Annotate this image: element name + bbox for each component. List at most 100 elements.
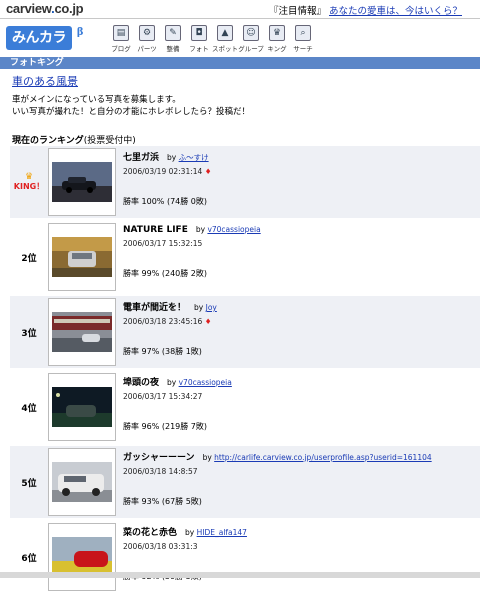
car-photo [52, 387, 112, 427]
car-photo [52, 462, 112, 502]
rank-label: 6位 [21, 553, 37, 564]
entry-author: by http://carlife.carview.co.jp/userprof… [203, 453, 432, 462]
entry-date: 2006/03/18 03:31:3 [123, 542, 478, 551]
nav-label: スポット [212, 45, 238, 53]
by-label: by [185, 528, 195, 537]
desc-line: 車がメインになっている写真を募集します。 [12, 95, 181, 105]
entry-author: by v70cassiopeia [196, 225, 261, 234]
minkara-logo[interactable]: みんカラ β [6, 26, 84, 50]
photo-thumbnail[interactable] [48, 298, 116, 366]
date-text: 2006/03/19 02:31:14 [123, 167, 203, 176]
carview-logo[interactable]: carview.co.jp [6, 1, 84, 16]
author-link[interactable]: HIDE_alfa147 [197, 528, 247, 537]
entry-title[interactable]: 埠頭の夜 [123, 378, 159, 388]
search-icon: ⌕ [295, 25, 311, 41]
rank-label: 2位 [21, 253, 37, 264]
logo-tail-text: co.jp [54, 1, 84, 16]
king-text: KING！ [13, 182, 45, 191]
entry-date: 2006/03/19 02:31:14 ♦ [123, 167, 478, 176]
category-title-link[interactable]: 車のある風景 [12, 73, 78, 89]
section-bar: フォトキング [0, 57, 480, 69]
beta-mark: β [76, 27, 84, 38]
new-mark-icon: ♦ [204, 317, 212, 326]
author-link[interactable]: http://carlife.carview.co.jp/userprofile… [214, 453, 432, 462]
ranking-subheading: (投票受付中) [83, 136, 136, 146]
top-bar: carview.co.jp 『注目情報』 あなたの愛車は、今はいくら？ [0, 0, 480, 19]
win-rate: 勝率 97% (38勝 1敗) [123, 347, 202, 356]
win-rate: 勝率 99% (240勝 2敗) [123, 269, 208, 278]
author-link[interactable]: v70cassiopeia [207, 225, 260, 234]
entry-date: 2006/03/17 15:32:15 [123, 239, 478, 248]
crown-icon: ♛ [24, 172, 34, 182]
new-mark-icon: ♦ [204, 167, 212, 176]
ranking-row: 5位 ガッシャーーーン by http://carlife.carview.co.… [10, 446, 480, 518]
main-nav: ▤ ブログ ⚙ パーツ ✎ 整備 ◘ フォト ▲ スポット ☺ グループ ♛ キング ⌕ サーチ [108, 25, 316, 53]
photo-thumbnail[interactable] [48, 373, 116, 441]
entry-author: by Joy [194, 303, 217, 312]
nav-group[interactable]: ☺ グループ [238, 25, 264, 53]
desc-line: いい写真が撮れた！と自分の才能にホレボレしたら？投稿だ！ [12, 107, 251, 117]
horizontal-scrollbar[interactable] [0, 572, 480, 578]
nav-label: キング [267, 45, 287, 53]
nav-label: パーツ [137, 45, 157, 53]
date-text: 2006/03/17 15:32:15 [123, 239, 203, 248]
win-rate: 勝率 96% (219勝 7敗) [123, 422, 208, 431]
nav-spot[interactable]: ▲ スポット [212, 25, 238, 53]
notice: 『注目情報』 あなたの愛車は、今はいくら？ [269, 3, 462, 17]
spot-icon: ▲ [217, 25, 233, 41]
win-rate: 勝率 100% (74勝 0敗) [123, 197, 208, 206]
king-badge: ♛ KING！ [14, 172, 44, 192]
author-link[interactable]: Joy [206, 303, 217, 312]
by-label: by [167, 378, 177, 387]
king-icon: ♛ [269, 25, 285, 41]
nav-maintenance[interactable]: ✎ 整備 [160, 25, 186, 53]
entry-date: 2006/03/18 23:45:16 ♦ [123, 317, 478, 326]
photo-thumbnail[interactable] [48, 148, 116, 216]
maintenance-icon: ✎ [165, 25, 181, 41]
entry-title[interactable]: NATURE LIFE [123, 225, 188, 235]
author-link[interactable]: ふ～すけ [179, 153, 209, 162]
entry-info: 埠頭の夜 by v70cassiopeia 2006/03/17 15:34:27… [123, 375, 478, 432]
nav-parts[interactable]: ⚙ パーツ [134, 25, 160, 53]
entry-title[interactable]: ガッシャーーーン [123, 453, 195, 463]
entry-date: 2006/03/18 14:8:57 [123, 467, 478, 476]
by-label: by [167, 153, 177, 162]
photo-thumbnail[interactable] [48, 448, 116, 516]
group-icon: ☺ [243, 25, 259, 41]
parts-icon: ⚙ [139, 25, 155, 41]
rank-label: 3位 [21, 328, 37, 339]
site-header: みんカラ β ▤ ブログ ⚙ パーツ ✎ 整備 ◘ フォト ▲ スポット ☺ グループ ♛ キン… [0, 19, 480, 57]
photo-thumbnail[interactable] [48, 223, 116, 291]
nav-photo[interactable]: ◘ フォト [186, 25, 212, 53]
nav-blog[interactable]: ▤ ブログ [108, 25, 134, 53]
entry-title[interactable]: 電車が間近を！ [123, 303, 186, 313]
author-link[interactable]: v70cassiopeia [179, 378, 232, 387]
nav-label: グループ [238, 45, 264, 53]
win-rate: 勝率 93% (67勝 5敗) [123, 497, 202, 506]
brand-text: みんカラ [12, 30, 67, 46]
notice-link[interactable]: あなたの愛車は、今はいくら？ [329, 6, 462, 17]
notice-label: 『注目情報』 [268, 6, 326, 17]
nav-label: フォト [189, 45, 209, 53]
nav-king[interactable]: ♛ キング [264, 25, 290, 53]
rank-label: 5位 [21, 478, 37, 489]
entry-author: by v70cassiopeia [167, 378, 232, 387]
car-photo [52, 312, 112, 352]
entry-title[interactable]: 七里ガ浜 [123, 153, 159, 163]
car-photo [52, 237, 112, 277]
entry-info: NATURE LIFE by v70cassiopeia 2006/03/17 1… [123, 225, 478, 279]
entry-title[interactable]: 菜の花と赤色 [123, 528, 177, 538]
ranking-row: ♛ KING！ 七里ガ浜 by ふ～すけ 2006/03/19 02:31:14 ♦… [10, 146, 480, 218]
photo-icon: ◘ [191, 25, 207, 41]
by-label: by [194, 303, 204, 312]
ranking-heading: 現在のランキング(投票受付中) [12, 133, 136, 146]
ranking-row: 2位 NATURE LIFE by v70cassiopeia 2006/03/1… [10, 221, 480, 293]
nav-search[interactable]: ⌕ サーチ [290, 25, 316, 53]
date-text: 2006/03/18 03:31:3 [123, 542, 198, 551]
photo-thumbnail[interactable] [48, 523, 116, 591]
section-title: フォトキング [10, 58, 64, 68]
entry-info: ガッシャーーーン by http://carlife.carview.co.jp/… [123, 450, 478, 507]
date-text: 2006/03/18 23:45:16 [123, 317, 203, 326]
ranking-row: 4位 埠頭の夜 by v70cassiopeia 2006/03/17 15:34… [10, 371, 480, 443]
ranking-row: 3位 電車が間近を！ by Joy 2006/03/18 23:45:16 ♦ 勝… [10, 296, 480, 368]
